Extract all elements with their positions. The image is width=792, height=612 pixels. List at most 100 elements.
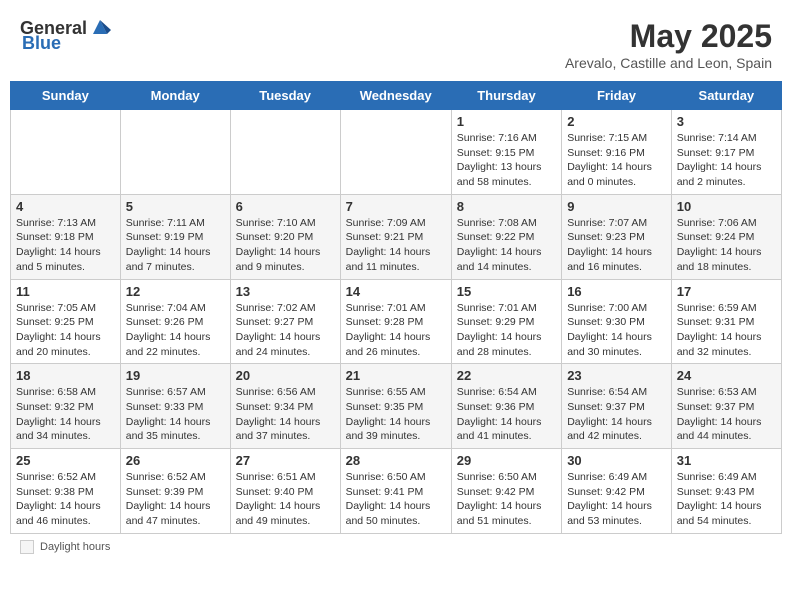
day-number: 6 xyxy=(236,199,335,214)
calendar-cell: 25 Sunrise: 6:52 AM Sunset: 9:38 PM Dayli… xyxy=(11,449,121,534)
calendar-cell: 1 Sunrise: 7:16 AM Sunset: 9:15 PM Daylig… xyxy=(451,110,561,195)
day-info: Sunrise: 7:01 AM Sunset: 9:29 PM Dayligh… xyxy=(457,301,556,360)
calendar-cell: 10Sunrise: 7:06 AM Sunset: 9:24 PM Dayli… xyxy=(671,194,781,279)
calendar-cell: 16 Sunrise: 7:00 AM Sunset: 9:30 PM Dayli… xyxy=(562,279,672,364)
day-number: 7 xyxy=(346,199,446,214)
day-number: 13 xyxy=(236,284,335,299)
day-number: 24 xyxy=(677,368,776,383)
calendar-cell: 15Sunrise: 7:01 AM Sunset: 9:29 PM Dayli… xyxy=(451,279,561,364)
title-block: May 2025 Arevalo, Castille and Leon, Spa… xyxy=(565,18,772,71)
calendar-cell: 5 Sunrise: 7:11 AM Sunset: 9:19 PM Daylig… xyxy=(120,194,230,279)
day-number: 5 xyxy=(126,199,225,214)
day-number: 3 xyxy=(677,114,776,129)
header-monday: Monday xyxy=(120,82,230,110)
day-number: 30 xyxy=(567,453,666,468)
day-info: Sunrise: 6:53 AM Sunset: 9:37 PM Dayligh… xyxy=(677,385,776,444)
footer-legend-box xyxy=(20,540,34,554)
page-container: General Blue May 2025 Arevalo, Castille … xyxy=(10,10,782,560)
header-tuesday: Tuesday xyxy=(230,82,340,110)
calendar-header-row: Sunday Monday Tuesday Wednesday Thursday… xyxy=(11,82,782,110)
day-info: Sunrise: 7:14 AM Sunset: 9:17 PM Dayligh… xyxy=(677,131,776,190)
day-number: 9 xyxy=(567,199,666,214)
calendar-cell: 8 Sunrise: 7:08 AM Sunset: 9:22 PM Daylig… xyxy=(451,194,561,279)
header-thursday: Thursday xyxy=(451,82,561,110)
logo: General Blue xyxy=(20,18,111,54)
day-number: 19 xyxy=(126,368,225,383)
calendar-cell xyxy=(120,110,230,195)
calendar-cell: 21Sunrise: 6:55 AM Sunset: 9:35 PM Dayli… xyxy=(340,364,451,449)
calendar-week-row-3: 11 Sunrise: 7:05 AM Sunset: 9:25 PM Dayli… xyxy=(11,279,782,364)
day-number: 4 xyxy=(16,199,115,214)
day-info: Sunrise: 6:54 AM Sunset: 9:36 PM Dayligh… xyxy=(457,385,556,444)
header-sunday: Sunday xyxy=(11,82,121,110)
calendar-cell: 9 Sunrise: 7:07 AM Sunset: 9:23 PM Daylig… xyxy=(562,194,672,279)
day-info: Sunrise: 6:51 AM Sunset: 9:40 PM Dayligh… xyxy=(236,470,335,529)
calendar-cell: 29 Sunrise: 6:50 AM Sunset: 9:42 PM Dayli… xyxy=(451,449,561,534)
logo-icon xyxy=(89,16,111,38)
day-info: Sunrise: 6:52 AM Sunset: 9:39 PM Dayligh… xyxy=(126,470,225,529)
day-number: 8 xyxy=(457,199,556,214)
day-info: Sunrise: 6:54 AM Sunset: 9:37 PM Dayligh… xyxy=(567,385,666,444)
calendar-cell: 13Sunrise: 7:02 AM Sunset: 9:27 PM Dayli… xyxy=(230,279,340,364)
calendar-cell: 18 Sunrise: 6:58 AM Sunset: 9:32 PM Dayli… xyxy=(11,364,121,449)
day-number: 29 xyxy=(457,453,556,468)
day-info: Sunrise: 6:55 AM Sunset: 9:35 PM Dayligh… xyxy=(346,385,446,444)
header-saturday: Saturday xyxy=(671,82,781,110)
calendar-cell: 11 Sunrise: 7:05 AM Sunset: 9:25 PM Dayli… xyxy=(11,279,121,364)
day-number: 1 xyxy=(457,114,556,129)
day-info: Sunrise: 7:07 AM Sunset: 9:23 PM Dayligh… xyxy=(567,216,666,275)
day-number: 11 xyxy=(16,284,115,299)
calendar-table: Sunday Monday Tuesday Wednesday Thursday… xyxy=(10,81,782,534)
day-info: Sunrise: 6:58 AM Sunset: 9:32 PM Dayligh… xyxy=(16,385,115,444)
header-friday: Friday xyxy=(562,82,672,110)
day-info: Sunrise: 7:04 AM Sunset: 9:26 PM Dayligh… xyxy=(126,301,225,360)
day-info: Sunrise: 6:50 AM Sunset: 9:41 PM Dayligh… xyxy=(346,470,446,529)
day-number: 2 xyxy=(567,114,666,129)
calendar-cell: 30Sunrise: 6:49 AM Sunset: 9:42 PM Dayli… xyxy=(562,449,672,534)
day-number: 28 xyxy=(346,453,446,468)
calendar-cell: 24 Sunrise: 6:53 AM Sunset: 9:37 PM Dayli… xyxy=(671,364,781,449)
calendar-week-row-4: 18 Sunrise: 6:58 AM Sunset: 9:32 PM Dayli… xyxy=(11,364,782,449)
day-info: Sunrise: 6:57 AM Sunset: 9:33 PM Dayligh… xyxy=(126,385,225,444)
calendar-cell xyxy=(340,110,451,195)
day-info: Sunrise: 7:16 AM Sunset: 9:15 PM Dayligh… xyxy=(457,131,556,190)
day-info: Sunrise: 6:52 AM Sunset: 9:38 PM Dayligh… xyxy=(16,470,115,529)
calendar-cell: 12 Sunrise: 7:04 AM Sunset: 9:26 PM Dayli… xyxy=(120,279,230,364)
day-info: Sunrise: 7:01 AM Sunset: 9:28 PM Dayligh… xyxy=(346,301,446,360)
calendar-cell xyxy=(230,110,340,195)
day-info: Sunrise: 6:50 AM Sunset: 9:42 PM Dayligh… xyxy=(457,470,556,529)
day-number: 25 xyxy=(16,453,115,468)
calendar-cell: 27Sunrise: 6:51 AM Sunset: 9:40 PM Dayli… xyxy=(230,449,340,534)
calendar-cell: 31 Sunrise: 6:49 AM Sunset: 9:43 PM Dayli… xyxy=(671,449,781,534)
calendar-cell xyxy=(11,110,121,195)
calendar-cell: 14Sunrise: 7:01 AM Sunset: 9:28 PM Dayli… xyxy=(340,279,451,364)
logo-blue-text: Blue xyxy=(22,33,61,54)
day-info: Sunrise: 7:08 AM Sunset: 9:22 PM Dayligh… xyxy=(457,216,556,275)
day-info: Sunrise: 6:56 AM Sunset: 9:34 PM Dayligh… xyxy=(236,385,335,444)
day-info: Sunrise: 7:09 AM Sunset: 9:21 PM Dayligh… xyxy=(346,216,446,275)
day-number: 12 xyxy=(126,284,225,299)
header-wednesday: Wednesday xyxy=(340,82,451,110)
calendar-cell: 19 Sunrise: 6:57 AM Sunset: 9:33 PM Dayli… xyxy=(120,364,230,449)
day-number: 22 xyxy=(457,368,556,383)
footer-daylight-label: Daylight hours xyxy=(40,541,110,553)
day-number: 20 xyxy=(236,368,335,383)
header: General Blue May 2025 Arevalo, Castille … xyxy=(10,10,782,75)
day-info: Sunrise: 6:49 AM Sunset: 9:43 PM Dayligh… xyxy=(677,470,776,529)
calendar-cell: 28 Sunrise: 6:50 AM Sunset: 9:41 PM Dayli… xyxy=(340,449,451,534)
day-number: 23 xyxy=(567,368,666,383)
calendar-cell: 6 Sunrise: 7:10 AM Sunset: 9:20 PM Daylig… xyxy=(230,194,340,279)
day-info: Sunrise: 7:05 AM Sunset: 9:25 PM Dayligh… xyxy=(16,301,115,360)
day-number: 31 xyxy=(677,453,776,468)
day-info: Sunrise: 7:15 AM Sunset: 9:16 PM Dayligh… xyxy=(567,131,666,190)
calendar-cell: 23 Sunrise: 6:54 AM Sunset: 9:37 PM Dayli… xyxy=(562,364,672,449)
day-info: Sunrise: 7:06 AM Sunset: 9:24 PM Dayligh… xyxy=(677,216,776,275)
day-info: Sunrise: 7:00 AM Sunset: 9:30 PM Dayligh… xyxy=(567,301,666,360)
day-info: Sunrise: 7:10 AM Sunset: 9:20 PM Dayligh… xyxy=(236,216,335,275)
day-number: 16 xyxy=(567,284,666,299)
day-info: Sunrise: 7:11 AM Sunset: 9:19 PM Dayligh… xyxy=(126,216,225,275)
calendar-week-row-5: 25 Sunrise: 6:52 AM Sunset: 9:38 PM Dayli… xyxy=(11,449,782,534)
calendar-cell: 3 Sunrise: 7:14 AM Sunset: 9:17 PM Daylig… xyxy=(671,110,781,195)
day-info: Sunrise: 6:59 AM Sunset: 9:31 PM Dayligh… xyxy=(677,301,776,360)
day-number: 18 xyxy=(16,368,115,383)
